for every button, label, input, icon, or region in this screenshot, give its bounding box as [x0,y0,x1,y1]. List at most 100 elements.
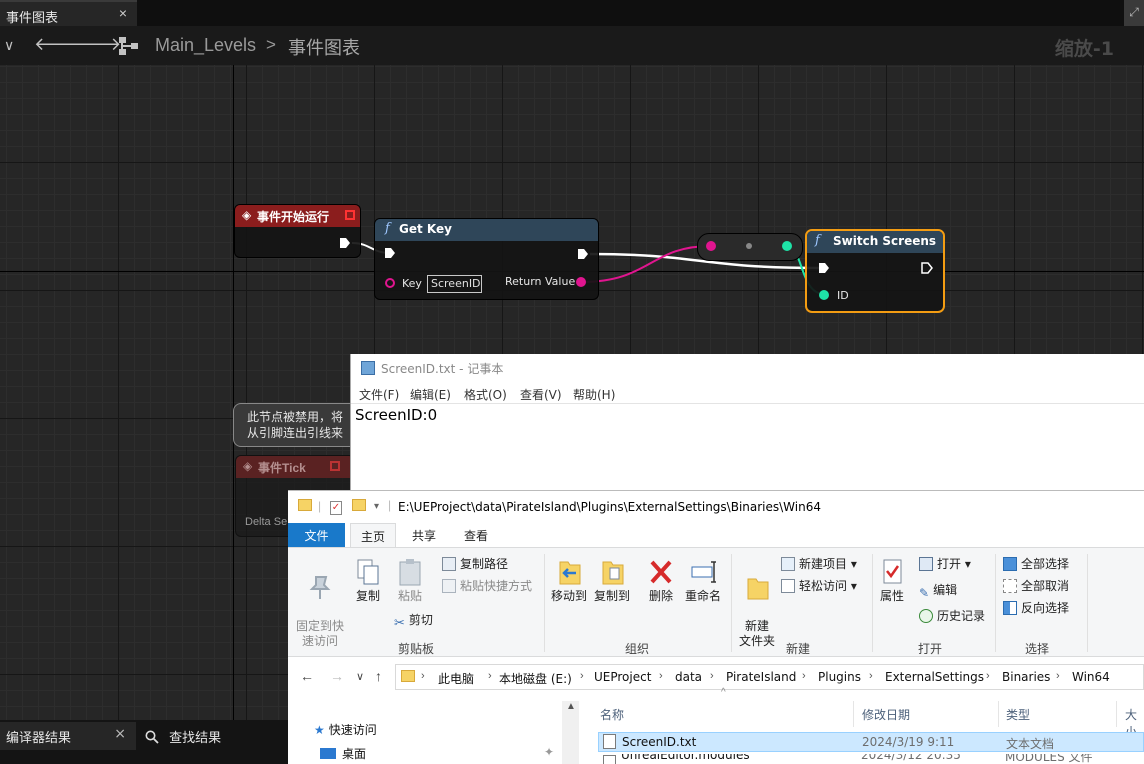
close-icon[interactable]: × [114,726,126,742]
key-value-field[interactable]: ScreenID [427,275,482,293]
properties-icon [883,559,902,584]
maximize-icon[interactable]: ⤢ [1124,0,1144,26]
forward-arrow-icon[interactable]: → [330,668,344,684]
properties-button[interactable]: 属性 [876,558,908,604]
file-modified: 2024/3/19 9:11 [862,735,955,749]
tab-view[interactable]: 查看 [454,523,498,547]
history-button[interactable]: 历史记录 [919,607,985,624]
recent-locations-icon[interactable]: ∨ [356,670,364,683]
exec-out-pin[interactable] [577,248,589,260]
crumb-data[interactable]: data [675,670,702,684]
notepad-text-area[interactable]: ScreenID:0 [355,406,437,424]
tab-compiler-results[interactable]: 编译器结果 × [0,722,136,750]
menu-edit[interactable]: 编辑(E) [410,386,451,403]
key-input-pin[interactable] [385,278,395,288]
exec-in-pin[interactable] [818,262,830,274]
rename-icon [691,561,716,583]
column-header-name[interactable]: 名称 [600,706,624,723]
paste-shortcut-button[interactable]: 粘贴快捷方式 [442,577,532,594]
tab-find-results[interactable]: 查找结果 [145,727,221,746]
crumb-binaries[interactable]: Binaries [1002,670,1050,684]
copy-path-button[interactable]: 复制路径 [442,555,508,572]
begin-play-node[interactable]: ◈ 事件开始运行 [234,204,361,258]
easy-access-button[interactable]: 轻松访问 ▾ [781,577,857,594]
scroll-up-icon[interactable]: ▲ [566,701,576,712]
exec-out-pin[interactable] [339,237,351,249]
select-none-button[interactable]: 全部取消 [1003,577,1069,594]
button-label: 属性 [879,589,904,603]
select-all-button[interactable]: 全部选择 [1003,555,1069,572]
button-label: 删除 [648,589,673,603]
column-header-type[interactable]: 类型 [1006,706,1030,723]
button-label: 新建项目 [799,557,848,571]
back-arrow-icon[interactable]: ← [300,668,314,684]
tab-home[interactable]: 主页 [350,523,396,547]
invert-selection-button[interactable]: 反向选择 [1003,599,1069,616]
crumb-externalsettings[interactable]: ExternalSettings [885,670,984,684]
editor-tab-bar: 事件图表 × ⤢ [0,0,1144,26]
notepad-window[interactable]: ScreenID.txt - 记事本 文件(F) 编辑(E) 格式(O) 查看(… [350,354,1144,494]
file-explorer-window[interactable]: | ✓ ▾ | E:\UEProject\data\PirateIsland\P… [288,490,1144,764]
cut-button[interactable]: ✂ 剪切 [394,611,433,631]
nav-quick-access[interactable]: ★ 快速访问 [314,721,377,738]
new-item-button[interactable]: 新建项目 ▾ [781,555,857,572]
string-in-pin[interactable] [706,241,716,251]
breadcrumb-root[interactable]: Main_Levels [155,35,256,56]
crumb-this-pc[interactable]: 此电脑 [438,670,474,687]
new-folder-quick-icon[interactable] [352,499,366,514]
open-button[interactable]: 打开 ▾ [919,555,971,572]
exec-in-pin[interactable] [384,247,396,259]
hierarchy-icon[interactable] [118,36,140,56]
tab-event-graph[interactable]: 事件图表 × [0,0,137,26]
table-row[interactable]: ScreenID.txt 2024/3/19 9:11 文本文档 [598,732,1144,752]
return-value-pin[interactable] [576,277,586,287]
nav-label: 快速访问 [328,723,377,737]
close-icon[interactable]: × [119,5,127,21]
sort-indicator-icon: ^ [721,687,726,698]
menu-file[interactable]: 文件(F) [359,386,399,403]
address-bar[interactable]: › 此电脑 › 本地磁盘 (E:) › UEProject › data › P… [395,664,1144,690]
menu-format[interactable]: 格式(O) [464,386,507,403]
copy-path-icon [442,557,456,571]
pencil-icon: ✎ [919,586,930,600]
copy-button[interactable]: 复制 [352,558,384,604]
customize-toolbar-icon[interactable]: ▾ [374,501,379,512]
tab-share[interactable]: 共享 [402,523,446,547]
notepad-titlebar[interactable]: ScreenID.txt - 记事本 [361,360,503,377]
crumb-ueproject[interactable]: UEProject [594,670,651,684]
crumb-local-disk[interactable]: 本地磁盘 (E:) [499,670,572,687]
properties-quick-icon[interactable]: ✓ [330,499,342,515]
delete-button[interactable]: 删除 [646,558,676,604]
id-input-pin[interactable] [819,290,829,300]
explorer-titlebar[interactable]: | ✓ ▾ | E:\UEProject\data\PirateIsland\P… [288,491,1144,523]
move-to-button[interactable]: 移动到 [550,558,588,604]
table-row[interactable]: UnrealEditor.modules 2024/3/12 20:35 MOD… [598,754,1144,764]
delegate-pin-icon[interactable] [345,210,355,220]
pin-quick-access-button[interactable]: 固定到快 速访问 [294,558,346,649]
exec-out-pin[interactable] [921,262,933,274]
rename-button[interactable]: 重命名 [682,558,724,604]
nav-scrollbar[interactable]: ▲ [562,701,579,764]
copy-to-button[interactable]: 复制到 [593,558,631,604]
crumb-pirateisland[interactable]: PirateIsland [726,670,796,684]
node-title: 事件Tick [258,461,306,475]
forward-arrow-icon[interactable]: 🡒 [73,34,121,55]
up-arrow-icon[interactable]: ↑ [375,668,382,684]
crumb-win64[interactable]: Win64 [1072,670,1110,684]
file-modified: 2024/3/12 20:35 [861,754,961,762]
menu-help[interactable]: 帮助(H) [573,386,615,403]
column-header-modified[interactable]: 修改日期 [862,706,910,723]
paste-button[interactable]: 粘贴 [394,558,426,604]
menu-view[interactable]: 查看(V) [520,386,562,403]
int-out-pin[interactable] [782,241,792,251]
nav-desktop[interactable]: 桌面 ✦ [320,745,554,762]
button-label: 全部取消 [1021,579,1070,593]
invert-selection-icon [1003,601,1017,615]
crumb-plugins[interactable]: Plugins [818,670,861,684]
edit-button[interactable]: ✎ 编辑 [919,581,957,600]
folder-icon [401,670,415,682]
button-label: 粘贴 [397,589,422,603]
chevron-down-icon[interactable]: ∨ [4,37,14,54]
new-folder-button[interactable]: 新建 文件夹 [735,558,779,649]
tab-file[interactable]: 文件 [288,523,345,547]
